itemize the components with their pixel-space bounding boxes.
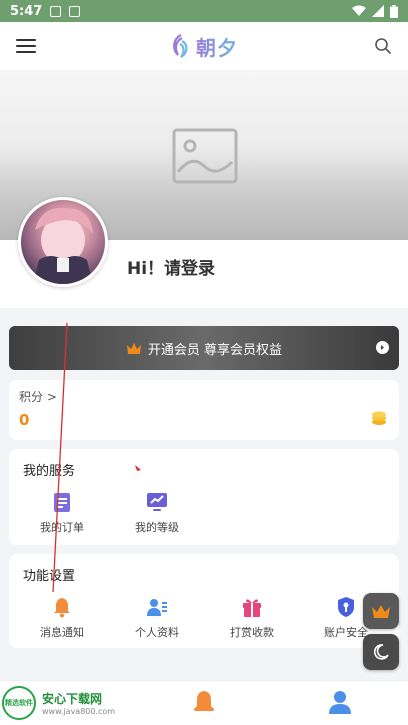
login-prompt[interactable]: Hi！请登录: [127, 254, 215, 279]
notification-icon-2: [69, 5, 81, 17]
profile-icon: [147, 599, 167, 616]
tip-payment-button[interactable]: 打赏收款: [212, 596, 292, 640]
watermark-badge: 精选软件: [2, 686, 36, 720]
wifi-icon: [352, 5, 366, 16]
profile-info-button[interactable]: 个人资料: [117, 596, 197, 640]
gift-icon: [243, 599, 261, 617]
search-icon[interactable]: [374, 37, 392, 55]
shield-icon: [338, 597, 354, 617]
vip-banner[interactable]: 开通会员 尊享会员权益: [9, 326, 399, 370]
crown-icon: [126, 342, 141, 354]
watermark: 精选软件 安心下载网 www.java800.com: [2, 686, 115, 720]
my-orders-button[interactable]: 我的订单: [22, 491, 102, 535]
crown-icon: [372, 605, 390, 618]
notifications-label: 消息通知: [40, 626, 84, 639]
coins-icon: [372, 411, 386, 425]
vip-label: 开通会员 尊享会员权益: [147, 342, 283, 358]
bottom-navigation: 精选软件 安心下载网 www.java800.com: [0, 680, 408, 725]
points-value: 0: [19, 411, 30, 429]
notifications-button[interactable]: 消息通知: [22, 596, 102, 640]
my-level-button[interactable]: 我的等级: [117, 491, 197, 535]
services-section: 我的服务 我的订单 我的等级: [9, 449, 399, 545]
points-label[interactable]: 积分 >: [19, 388, 57, 405]
my-level-label: 我的等级: [135, 521, 179, 534]
nav-bell-icon[interactable]: [192, 689, 216, 715]
bell-icon: [54, 598, 70, 618]
profile-info-label: 个人资料: [135, 626, 179, 639]
signal-icon: [372, 5, 384, 17]
account-security-label: 账户安全: [324, 626, 368, 639]
settings-title: 功能设置: [23, 569, 76, 584]
level-icon: [147, 493, 167, 511]
watermark-url: www.java800.com: [42, 707, 116, 716]
watermark-title: 安心下载网: [42, 692, 103, 706]
logo-text: 朝夕: [196, 32, 238, 61]
notification-icon: [50, 5, 62, 17]
app-logo: 朝夕: [170, 32, 238, 61]
my-orders-label: 我的订单: [40, 521, 84, 534]
app-header: 朝夕: [0, 22, 408, 70]
tip-payment-label: 打赏收款: [230, 626, 274, 639]
nav-user-icon[interactable]: [328, 689, 352, 715]
image-placeholder-icon: [172, 128, 238, 184]
menu-icon[interactable]: [16, 39, 36, 53]
dark-mode-toggle[interactable]: [363, 634, 399, 670]
status-time: 5:47: [10, 3, 43, 19]
order-icon: [54, 493, 70, 512]
battery-icon: [390, 4, 398, 18]
chevron-right-icon: [376, 341, 389, 354]
settings-section: 功能设置 消息通知 个人资料 打赏收款 账户安全: [9, 554, 399, 648]
points-card[interactable]: 积分 > 0: [9, 380, 399, 440]
avatar[interactable]: [18, 197, 108, 287]
services-title: 我的服务: [23, 464, 76, 479]
moon-icon: [373, 644, 389, 660]
logo-swirl-icon: [173, 34, 188, 58]
avatar-image: [33, 207, 93, 284]
status-bar: 5:47: [0, 0, 408, 22]
floating-vip-button[interactable]: [363, 593, 399, 629]
